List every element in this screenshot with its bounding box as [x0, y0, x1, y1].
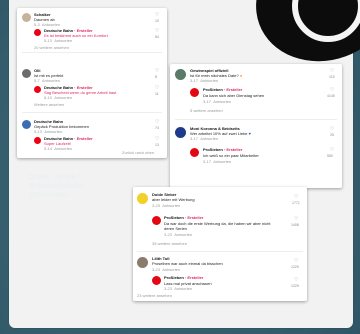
comment-meta: 5-13 Antworten: [34, 129, 63, 134]
reply-meta: 3-17 Antworten: [203, 159, 232, 164]
reply-text: Ich weiß so ein paar Mitarbeiter: [203, 153, 259, 158]
comment-meta: 5-7 Antworten: [34, 78, 61, 83]
prosieben-logo-avatar: [152, 216, 161, 225]
view-more-replies[interactable]: 5 weitere ansehen: [190, 109, 223, 113]
avatar-deutsche-bahn: [34, 137, 41, 144]
comment-card-prosieben-bottom: Dolde Sieber aber leider mit Werbung 3-2…: [133, 187, 307, 301]
reply-meta: 3-23 Antworten: [164, 232, 193, 237]
like-count: 25: [330, 133, 334, 137]
avatar-deutsche-bahn: [34, 29, 41, 36]
avatar: [22, 13, 31, 22]
like-count: 550: [327, 154, 333, 158]
reply-meta: 3-23 Antworten: [164, 286, 193, 291]
reply-author: ProSieben · Ersteller: [203, 147, 243, 152]
like-count: 1408: [291, 223, 299, 227]
back-to-top-link[interactable]: Zurück nach oben: [122, 151, 154, 155]
reply-text-continued: deren Serien: [164, 226, 187, 231]
view-more-replies[interactable]: 35 weitere ansehen: [152, 242, 187, 246]
avatar: [175, 69, 186, 80]
like-count: 1771: [292, 201, 300, 205]
avatar: [22, 120, 31, 129]
like-count: 8: [155, 75, 157, 79]
comment-meta: 3-17 Antworten: [190, 78, 219, 83]
avatar: [137, 257, 148, 268]
like-icon[interactable]: ♡: [155, 137, 160, 142]
reply-meta: 5-14 Antworten: [44, 146, 73, 151]
reply-meta: 5-13 Antworten: [44, 38, 73, 43]
comment-text: aber leider mit Werbung: [152, 197, 195, 202]
divider: [137, 251, 303, 252]
reply-author: ProSieben · Ersteller: [164, 215, 204, 220]
prosieben-logo-avatar: [152, 276, 161, 285]
comment-card-deutsche-bahn: Schalker Daumen ab 5-3 Antworten ♡ 10 De…: [17, 8, 167, 158]
divider: [22, 52, 162, 53]
reply-author: ProSieben · Ersteller: [164, 275, 204, 280]
caption-line: @deutschebahn,: [28, 181, 85, 190]
like-count: 13: [155, 143, 159, 147]
comment-meta: 3-23 Antworten: [152, 203, 181, 208]
prosieben-logo-avatar: [190, 148, 199, 157]
like-icon[interactable]: ♡: [330, 148, 335, 153]
like-icon[interactable]: ♡: [155, 29, 160, 34]
prosieben-logo-avatar: [190, 88, 199, 97]
avatar: [175, 127, 186, 138]
reply-author: ProSieben · Ersteller: [203, 87, 243, 92]
like-icon[interactable]: ♡: [155, 86, 160, 91]
comment-meta: 5-3 Antworten: [34, 22, 61, 27]
like-count: 1220: [291, 265, 299, 269]
like-icon[interactable]: ♡: [330, 88, 335, 93]
like-icon[interactable]: ♡: [330, 69, 335, 74]
comment-meta: 3-23 Antworten: [152, 267, 181, 272]
like-count: 115: [329, 75, 335, 79]
like-icon[interactable]: ♡: [294, 217, 299, 222]
comment-card-prosieben-top: Gewinnspiel offiziell Ist für mein nächs…: [170, 64, 342, 188]
view-more-replies[interactable]: 23 weitere ansehen: [137, 294, 172, 298]
like-icon[interactable]: ♡: [294, 195, 299, 200]
caption-line: @prosieben: [28, 190, 69, 199]
like-count: 84: [155, 35, 159, 39]
divider: [22, 112, 162, 113]
like-count: 11: [155, 92, 159, 96]
like-count: 74: [155, 126, 159, 130]
view-more-replies[interactable]: Weitere ansehen: [34, 103, 64, 107]
comment-meta: 3-17 Antworten: [190, 136, 219, 141]
avatar: [22, 69, 31, 78]
like-icon[interactable]: ♡: [330, 127, 335, 132]
like-icon[interactable]: ♡: [155, 120, 160, 125]
like-icon[interactable]: ♡: [155, 69, 160, 74]
like-count: 4145: [327, 94, 335, 98]
reply-meta: 6-10 Antworten: [44, 95, 73, 100]
like-icon[interactable]: ♡: [294, 259, 299, 264]
caption-line: Quelle: TikTok /: [28, 172, 80, 181]
like-icon[interactable]: ♡: [155, 13, 160, 18]
like-count: 1229: [291, 284, 299, 288]
like-count: 10: [155, 19, 159, 23]
comment-text: Proseiben war auch einmal da bisschen: [152, 261, 223, 266]
source-caption: Quelle: TikTok / @deutschebahn, @prosieb…: [28, 172, 85, 199]
avatar: [137, 193, 148, 204]
reply-text: Da kann sich aber Dienstag sehen: [203, 93, 265, 98]
divider: [175, 119, 337, 120]
avatar-deutsche-bahn: [34, 86, 41, 93]
reply-meta: 3-17 Antworten: [203, 99, 232, 104]
like-icon[interactable]: ♡: [294, 278, 299, 283]
view-more-replies[interactable]: 20 weitere ansehen: [34, 46, 69, 50]
